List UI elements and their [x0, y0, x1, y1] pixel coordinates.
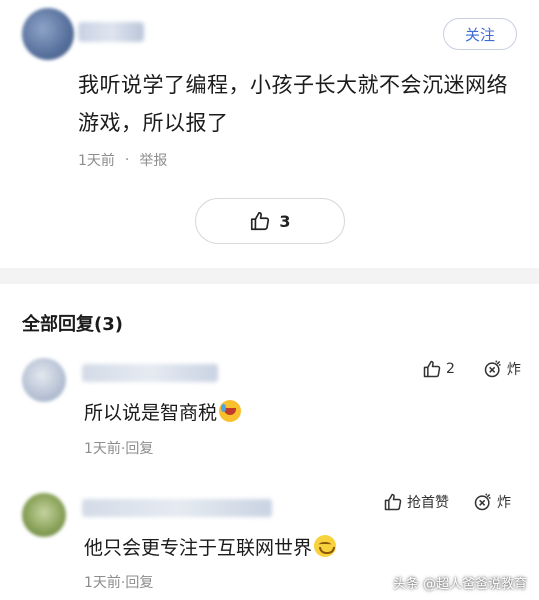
reply-time: 1天前 — [84, 575, 121, 591]
reply-actions: 抢首赞 炸 — [383, 492, 511, 512]
replies-header: 全部回复(3) — [22, 314, 123, 335]
bomb-icon[interactable] — [473, 492, 493, 512]
like-button[interactable]: 3 — [195, 198, 345, 244]
username-blurred[interactable] — [82, 499, 272, 517]
avatar[interactable] — [22, 358, 66, 402]
meta-separator: · — [124, 152, 130, 168]
avatar[interactable] — [22, 493, 66, 537]
comment-text: 我听说学了编程，小孩子长大就不会沉迷网络游戏，所以报了 — [78, 73, 508, 135]
reply-link[interactable]: 回复 — [125, 575, 153, 591]
reply-link[interactable]: 回复 — [125, 441, 153, 457]
reply-meta: 1天前·回复 — [84, 575, 154, 591]
reply-meta: 1天前·回复 — [84, 441, 154, 457]
username-blurred[interactable] — [78, 22, 144, 42]
comment-time: 1天前 — [78, 153, 115, 169]
reply-item: 2 炸 所以说是智商税 1天前·回复 — [0, 350, 539, 470]
laugh-crying-emoji-icon — [219, 400, 242, 422]
follow-button[interactable]: 关注 — [443, 18, 517, 50]
thumbs-up-icon[interactable] — [383, 492, 403, 512]
reply-text: 他只会更专注于互联网世界 — [84, 533, 337, 560]
username-blurred[interactable] — [82, 364, 218, 382]
reply-text-content: 他只会更专注于互联网世界 — [84, 537, 313, 559]
thumbs-up-icon[interactable] — [422, 359, 442, 379]
reply-time: 1天前 — [84, 441, 121, 457]
reply-text-content: 所以说是智商税 — [84, 402, 218, 424]
watermark: 头条 @超人爸爸说教育 — [392, 577, 527, 592]
bomb-label[interactable]: 炸 — [507, 359, 521, 379]
comment-meta: 1天前 · 举报 — [78, 150, 167, 170]
report-link[interactable]: 举报 — [139, 150, 167, 170]
main-comment: 关注 我听说学了编程，小孩子长大就不会沉迷网络游戏，所以报了 1天前 · 举报 … — [0, 0, 539, 268]
reply-text: 所以说是智商税 — [84, 398, 242, 425]
first-like-label[interactable]: 抢首赞 — [407, 492, 449, 512]
thumbs-up-icon — [249, 210, 271, 232]
avatar[interactable] — [22, 8, 74, 60]
bomb-label[interactable]: 炸 — [497, 492, 511, 512]
reply-actions: 2 炸 — [422, 359, 521, 379]
like-count: 3 — [279, 211, 291, 231]
reply-like-count[interactable]: 2 — [446, 361, 455, 377]
bomb-icon[interactable] — [483, 359, 503, 379]
section-divider — [0, 268, 539, 284]
smile-emoji-icon — [314, 535, 337, 557]
